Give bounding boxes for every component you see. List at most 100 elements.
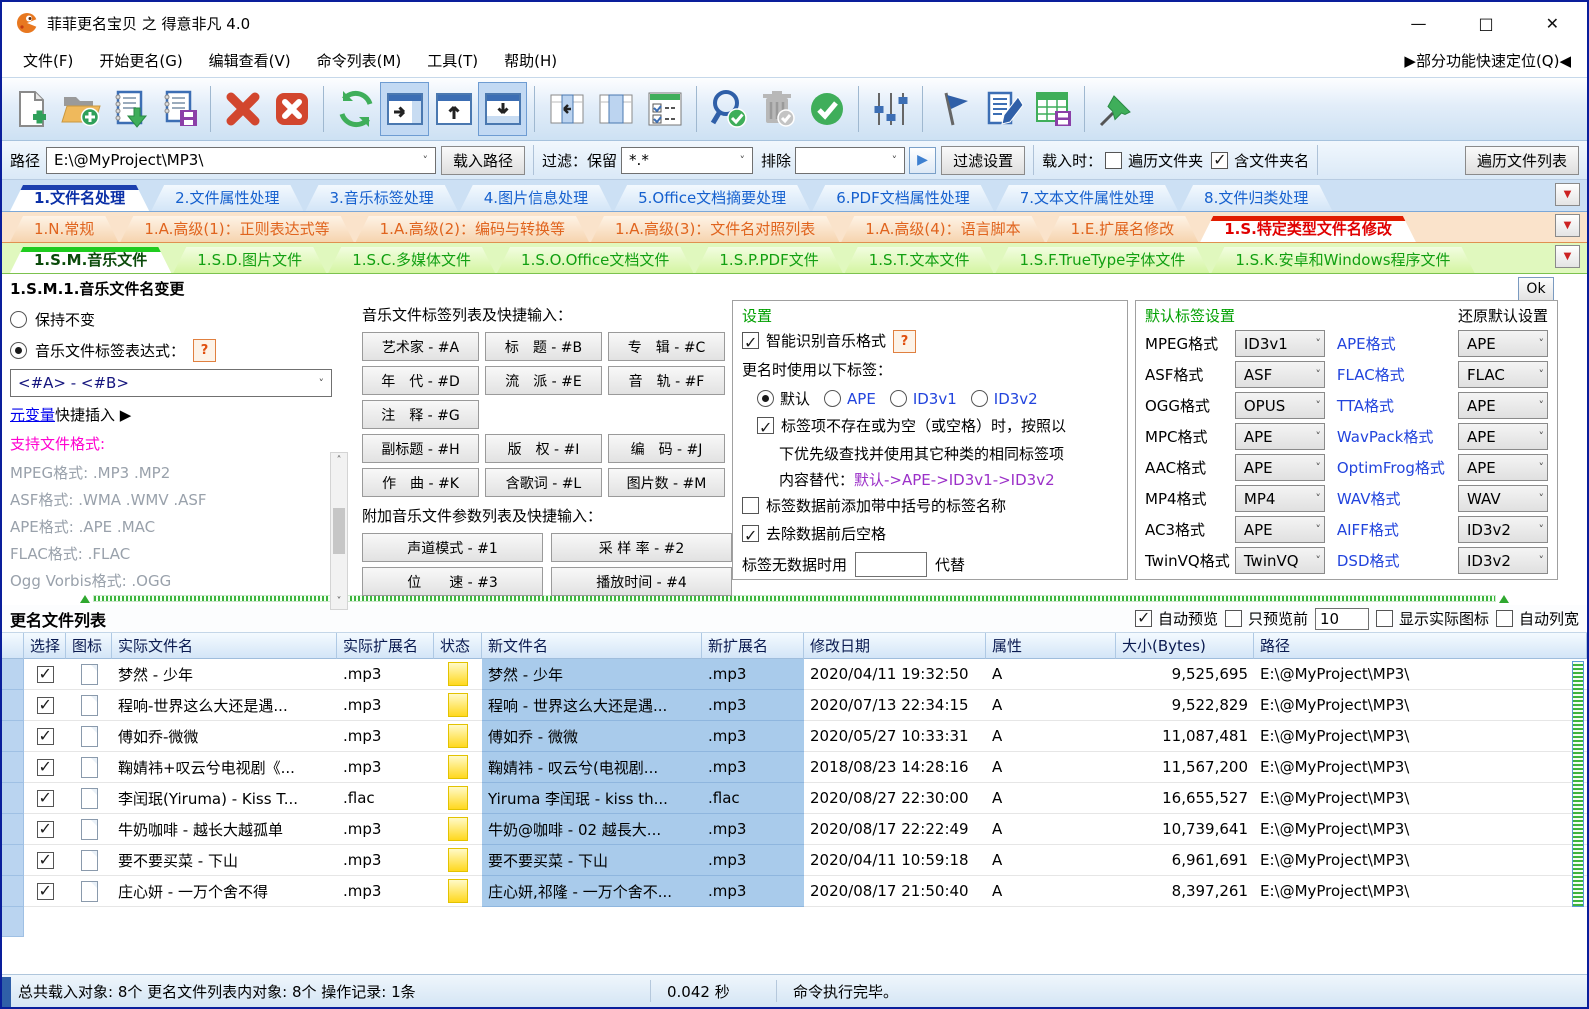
row-checkbox[interactable] [37,852,54,869]
filetype-overflow-button[interactable] [1555,245,1580,268]
splitter-handle[interactable] [93,595,1496,602]
include-folder-name-checkbox[interactable] [1211,152,1228,169]
tag-source-radio-2[interactable] [890,390,907,407]
row-checkbox[interactable] [37,790,54,807]
menu-item-3[interactable]: 命令列表(M) [304,47,415,74]
restore-defaults-button[interactable]: 还原默认设置 [1458,305,1548,326]
main-tab-3[interactable]: 4.图片信息处理 [460,185,612,211]
chevron-down-icon[interactable] [1315,461,1321,474]
traverse-folders-checkbox[interactable] [1105,152,1122,169]
sub-tab-5[interactable]: 1.E.扩展名修改 [1047,216,1199,242]
scroll-down-icon[interactable] [337,596,342,607]
tag-expression-radio[interactable] [10,342,27,359]
scroll-up-icon[interactable] [337,455,342,466]
chevron-down-icon[interactable] [1539,399,1545,412]
main-tab-5[interactable]: 6.PDF文档属性处理 [812,185,994,211]
menu-item-4[interactable]: 工具(T) [414,47,491,74]
expression-combobox[interactable]: <#A> - <#B> [10,369,332,397]
filter-combobox[interactable]: *.* [621,147,753,174]
load-path-button[interactable]: 载入路径 [441,146,525,175]
tag-button-7[interactable]: 副标题 - #H [362,434,479,463]
checklist-button[interactable] [640,82,689,136]
format-select[interactable]: FLAC [1458,361,1548,388]
filetype-tab-5[interactable]: 1.S.T.文本文件 [845,247,994,273]
main-tab-1[interactable]: 2.文件属性处理 [151,185,303,211]
main-tab-4[interactable]: 5.Office文档摘要处理 [614,185,810,211]
column-header-3[interactable]: 实际扩展名 [337,633,434,659]
format-select[interactable]: APE [1458,392,1548,419]
auto-column-width-checkbox[interactable] [1496,610,1513,627]
tag-button-12[interactable]: 图片数 - #M [608,468,725,497]
column-header-2[interactable]: 实际文件名 [112,633,337,659]
chevron-down-icon[interactable] [1315,523,1321,536]
chevron-down-icon[interactable] [1539,554,1545,567]
chevron-down-icon[interactable] [418,154,434,167]
help-icon[interactable] [893,330,916,353]
column-header-4[interactable]: 状态 [434,633,482,659]
pin-button[interactable] [1092,82,1141,136]
show-real-icons-checkbox[interactable] [1376,610,1393,627]
filetype-tab-6[interactable]: 1.S.F.TrueType字体文件 [995,247,1209,273]
filetype-tab-3[interactable]: 1.S.O.Office文档文件 [497,247,693,273]
chevron-down-icon[interactable] [1539,368,1545,381]
format-select[interactable]: MP4 [1235,485,1325,512]
format-select[interactable]: APE [1235,454,1325,481]
tag-source-radio-3[interactable] [971,390,988,407]
auto-preview-checkbox[interactable] [1135,610,1152,627]
format-select[interactable]: APE [1235,516,1325,543]
filetype-tab-0[interactable]: 1.S.M.音乐文件 [10,247,171,273]
tag-button-9[interactable]: 编 码 - #J [608,434,725,463]
tag-source-radio-1[interactable] [824,390,841,407]
bracket-prefix-checkbox[interactable] [742,497,759,514]
chevron-down-icon[interactable] [1539,523,1545,536]
trash-check-button[interactable] [753,82,802,136]
tag-button-3[interactable]: 年 代 - #D [362,366,479,395]
column-header-8[interactable]: 属性 [986,633,1116,659]
scrollbar-thumb[interactable] [333,508,345,554]
path-combobox[interactable]: E:\@MyProject\MP3\ [46,147,436,174]
filetype-tab-4[interactable]: 1.S.P.PDF文件 [695,247,842,273]
table-save-button[interactable] [1028,82,1077,136]
filetype-tab-7[interactable]: 1.S.K.安卓和Windows程序文件 [1211,247,1474,273]
tag-button-8[interactable]: 版 权 - #I [485,434,602,463]
open-folder-button[interactable] [56,82,105,136]
main-overflow-button[interactable] [1555,183,1580,206]
sub-tab-2[interactable]: 1.A.高级(2)：编码与转换等 [356,216,589,242]
column-header-6[interactable]: 新扩展名 [702,633,804,659]
quick-insert-label[interactable]: 快捷插入 ▶ [55,404,131,425]
format-select[interactable]: APE [1458,423,1548,450]
sub-tab-4[interactable]: 1.A.高级(4)：语言脚本 [841,216,1044,242]
empty-tag-input[interactable] [855,552,927,577]
chevron-down-icon[interactable] [1315,368,1321,381]
help-icon[interactable] [193,339,216,362]
column-header-5[interactable]: 新文件名 [482,633,702,659]
main-tab-7[interactable]: 8.文件归类处理 [1180,185,1332,211]
sub-tab-6[interactable]: 1.S.特定类型文件名修改 [1200,216,1416,242]
row-checkbox[interactable] [37,666,54,683]
param-button-1[interactable]: 采 样 率 - #2 [551,533,732,562]
exclude-combobox[interactable] [795,147,905,174]
chevron-down-icon[interactable] [314,377,330,390]
traverse-file-list-button[interactable]: 遍历文件列表 [1465,146,1579,175]
row-checkbox[interactable] [37,821,54,838]
tag-button-2[interactable]: 专 辑 - #C [608,332,725,361]
filetype-tab-1[interactable]: 1.S.D.图片文件 [173,247,326,273]
format-select[interactable]: ID3v2 [1458,547,1548,574]
column-header-10[interactable]: 路径 [1254,633,1587,659]
main-tab-2[interactable]: 3.音乐标签处理 [305,185,457,211]
chevron-down-icon[interactable] [1315,430,1321,443]
column-header-9[interactable]: 大小(Bytes) [1116,633,1254,659]
tag-button-11[interactable]: 含歌词 - #L [485,468,602,497]
chevron-down-icon[interactable] [1539,461,1545,474]
apply-filter-button[interactable] [909,147,936,174]
search-check-button[interactable] [704,82,753,136]
save-list-button[interactable] [154,82,203,136]
file-list-scrollbar[interactable] [1572,661,1584,907]
chevron-down-icon[interactable] [735,154,751,167]
main-tab-0[interactable]: 1.文件名处理 [10,185,149,211]
chevron-down-icon[interactable] [1539,430,1545,443]
column-left-button[interactable] [542,82,591,136]
row-checkbox[interactable] [37,759,54,776]
fallback-checkbox[interactable] [757,417,774,434]
tune-button[interactable] [866,82,915,136]
